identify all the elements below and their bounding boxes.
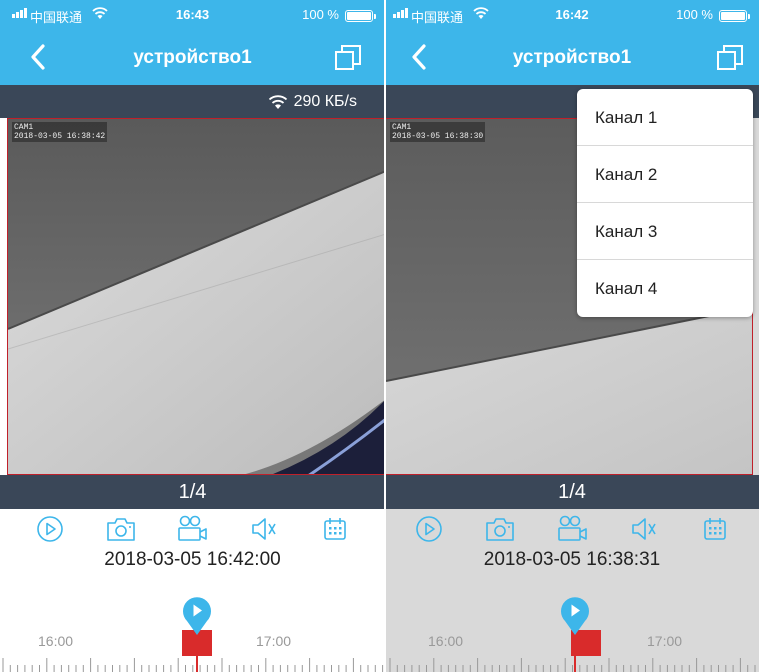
channel-option-1[interactable]: Канал 1 bbox=[577, 89, 753, 146]
page-indicator: 1/4 bbox=[0, 475, 385, 509]
channel-switch-icon[interactable] bbox=[333, 43, 363, 73]
page-indicator: 1/4 bbox=[385, 475, 759, 509]
wifi-icon bbox=[268, 95, 287, 109]
video-osd: CAM1 2018-03-05 16:38:42 bbox=[12, 122, 108, 142]
channel-option-3[interactable]: Канал 3 bbox=[577, 203, 753, 260]
bitrate-indicator: 290 КБ/s bbox=[268, 93, 357, 111]
osd-timestamp: 2018-03-05 16:38:30 bbox=[392, 132, 484, 141]
panel-divider bbox=[384, 0, 386, 672]
record-icon[interactable] bbox=[175, 512, 209, 546]
snapshot-icon[interactable] bbox=[483, 512, 517, 546]
channel-option-2[interactable]: Канал 2 bbox=[577, 146, 753, 203]
timeline-label-end: 17:00 bbox=[256, 633, 292, 649]
status-bar: 中国联通 16:43 100 % bbox=[0, 0, 385, 30]
record-icon[interactable] bbox=[555, 512, 589, 546]
channel-dropdown: Канал 1 Канал 2 Канал 3 Канал 4 bbox=[577, 89, 753, 317]
play-icon[interactable] bbox=[412, 512, 446, 546]
timeline-label-end: 17:00 bbox=[647, 633, 683, 649]
timeline-label-start: 16:00 bbox=[428, 633, 464, 649]
calendar-icon[interactable] bbox=[698, 512, 732, 546]
playhead-pin-icon[interactable] bbox=[558, 594, 592, 636]
video-osd: CAM1 2018-03-05 16:38:30 bbox=[390, 122, 486, 142]
playhead-pin-icon[interactable] bbox=[180, 594, 214, 636]
camera-image bbox=[8, 119, 384, 474]
nav-bar: устройство1 bbox=[385, 30, 759, 85]
playback-timeline[interactable]: 16:00 17:00 bbox=[0, 590, 385, 672]
playback-datetime: 2018-03-05 16:42:00 bbox=[104, 549, 281, 570]
nav-bar: устройство1 bbox=[0, 30, 385, 85]
bitrate-text: 290 КБ/s bbox=[293, 93, 357, 110]
mute-icon[interactable] bbox=[627, 512, 661, 546]
playback-datetime: 2018-03-05 16:38:31 bbox=[483, 549, 661, 570]
battery-icon bbox=[719, 10, 750, 22]
video-feed[interactable]: CAM1 2018-03-05 16:38:42 bbox=[7, 118, 385, 475]
osd-camera-name: CAM1 bbox=[392, 123, 412, 132]
mute-icon[interactable] bbox=[247, 512, 281, 546]
battery-percent: 100 % bbox=[302, 7, 339, 22]
playback-toolbar bbox=[385, 509, 759, 549]
playback-timeline[interactable]: 16:00 17:00 bbox=[385, 590, 759, 672]
phone-screen-right: 中国联通 16:42 100 % устройство1 CAM1 2018-0… bbox=[385, 0, 759, 672]
channel-option-4[interactable]: Канал 4 bbox=[577, 260, 753, 317]
timeline-label-start: 16:00 bbox=[38, 633, 74, 649]
calendar-icon[interactable] bbox=[318, 512, 352, 546]
info-bar: 290 КБ/s bbox=[0, 85, 385, 118]
device-title: устройство1 bbox=[133, 47, 252, 68]
timeline-ticks bbox=[2, 658, 384, 672]
channel-switch-icon[interactable] bbox=[715, 43, 745, 73]
timeline-ticks bbox=[389, 658, 756, 672]
osd-timestamp: 2018-03-05 16:38:42 bbox=[14, 132, 106, 141]
playback-toolbar bbox=[0, 509, 385, 549]
phone-screen-left: 中国联通 16:43 100 % устройство1 290 КБ/s CA… bbox=[0, 0, 385, 672]
battery-percent: 100 % bbox=[676, 7, 713, 22]
osd-camera-name: CAM1 bbox=[14, 123, 34, 132]
status-bar: 中国联通 16:42 100 % bbox=[385, 0, 759, 30]
device-title: устройство1 bbox=[512, 47, 632, 68]
battery-icon bbox=[345, 10, 376, 22]
play-icon[interactable] bbox=[33, 512, 67, 546]
snapshot-icon[interactable] bbox=[104, 512, 138, 546]
